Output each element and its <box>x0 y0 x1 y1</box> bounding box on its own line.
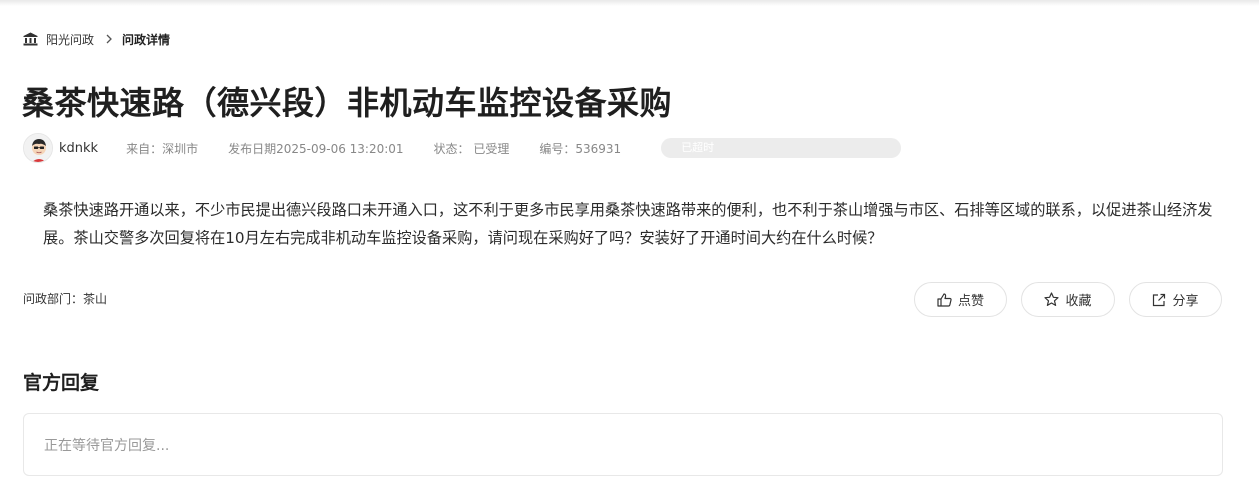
action-bar: 点赞 收藏 分享 <box>914 282 1222 317</box>
source-location: 来自：深圳市 <box>126 141 199 156</box>
status-text: 状态： 已受理 <box>433 141 510 156</box>
avatar[interactable] <box>23 133 53 163</box>
star-icon <box>1044 292 1060 307</box>
post-number: 编号：536931 <box>539 141 622 156</box>
author-name[interactable]: kdnkk <box>59 141 98 156</box>
breadcrumb-home-link[interactable]: 阳光问政 <box>46 31 94 48</box>
share-button[interactable]: 分享 <box>1129 282 1222 317</box>
favorite-label: 收藏 <box>1065 294 1092 309</box>
reply-placeholder: 正在等待官方回复... <box>44 437 170 454</box>
like-label: 点赞 <box>957 294 984 309</box>
page-title: 桑茶快速路（德兴段）非机动车监控设备采购 <box>22 84 673 122</box>
publish-date: 发布日期2025-09-06 13:20:01 <box>228 141 404 156</box>
official-reply-box: 正在等待官方回复... <box>23 413 1223 476</box>
favorite-button[interactable]: 收藏 <box>1021 282 1115 317</box>
chevron-right-icon <box>106 34 112 44</box>
department-label: 问政部门：茶山 <box>23 292 108 306</box>
breadcrumb: 阳光问政 问政详情 <box>23 30 170 48</box>
post-meta: kdnkk 来自：深圳市 发布日期2025-09-06 13:20:01 状态：… <box>23 132 902 164</box>
thumbs-up-icon <box>937 292 952 307</box>
post-content: 桑茶快速路开通以来，不少市民提出德兴段路口未开通入口，这不利于更多市民享用桑茶快… <box>43 201 1213 247</box>
bank-icon[interactable] <box>23 32 38 46</box>
like-button[interactable]: 点赞 <box>914 282 1007 317</box>
share-icon <box>1152 293 1166 307</box>
official-reply-heading: 官方回复 <box>23 372 100 394</box>
header-shadow <box>0 0 1259 6</box>
breadcrumb-current: 问政详情 <box>122 32 171 47</box>
status-badge: 已超时 <box>661 138 902 158</box>
share-label: 分享 <box>1172 294 1199 309</box>
